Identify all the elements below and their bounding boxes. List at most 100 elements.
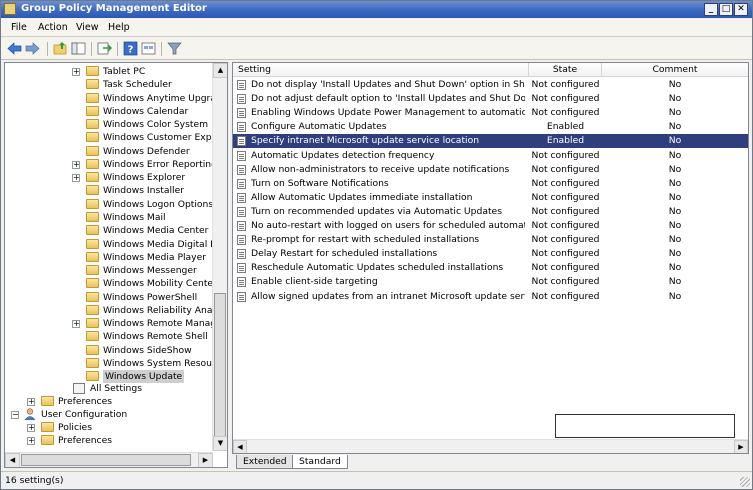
tree-item[interactable]: Task Scheduler — [75, 78, 215, 91]
table-row[interactable]: Do not display 'Install Updates and Shut… — [233, 78, 748, 92]
table-row[interactable]: Enabling Windows Update Power Management… — [233, 106, 748, 120]
tree-item[interactable]: Windows Media Player — [75, 251, 215, 264]
folder-icon — [86, 185, 99, 196]
tree-item[interactable]: Windows Color System — [75, 118, 215, 131]
tree-item[interactable]: Windows Installer — [75, 184, 215, 197]
tab-standard[interactable]: Standard — [292, 455, 348, 469]
table-row[interactable]: Allow signed updates from an intranet Mi… — [233, 290, 748, 304]
tree-item[interactable]: Windows Messenger — [75, 264, 215, 277]
menu-file[interactable]: File — [11, 22, 27, 33]
table-row[interactable]: Turn on Software Notifications Not config… — [233, 177, 748, 191]
tree-item[interactable]: Windows Mobility Center — [75, 277, 217, 290]
table-row[interactable]: Turn on recommended updates via Automati… — [233, 205, 748, 219]
scroll-right-icon[interactable]: ▶ — [198, 453, 213, 467]
table-row[interactable]: Automatic Updates detection frequency Not… — [233, 149, 748, 163]
tree-item[interactable]: Windows Mail — [75, 211, 215, 224]
setting-cell: Allow non-administrators to receive upda… — [251, 163, 510, 175]
scroll-thumb[interactable] — [21, 454, 191, 466]
help-icon[interactable]: ? — [123, 41, 138, 56]
tree-vertical-scrollbar[interactable]: ▲ ▼ — [212, 63, 227, 451]
table-row[interactable]: Delay Restart for scheduled installation… — [233, 247, 748, 261]
comment-cell: No — [668, 262, 682, 274]
toolbar: ? — [1, 38, 752, 60]
menu-help[interactable]: Help — [108, 22, 130, 33]
folder-icon — [86, 318, 99, 329]
close-button[interactable]: ✕ — [734, 3, 748, 16]
tree-item[interactable]: Windows Media Center — [75, 224, 215, 237]
table-row[interactable]: Specify intranet Microsoft update servic… — [233, 134, 748, 149]
tree-item[interactable]: Windows Calendar — [75, 105, 215, 118]
expand-icon[interactable]: + — [27, 437, 35, 445]
column-header-setting[interactable]: Setting — [233, 63, 529, 77]
tree-item-policies[interactable]: + Policies — [27, 421, 217, 434]
tree-item-preferences[interactable]: + Preferences — [27, 434, 217, 447]
scroll-left-icon[interactable]: ◀ — [233, 440, 247, 453]
up-folder-icon[interactable] — [53, 41, 68, 56]
scroll-up-icon[interactable]: ▲ — [213, 63, 227, 78]
show-tree-icon[interactable] — [71, 41, 86, 56]
scroll-down-icon[interactable]: ▼ — [213, 436, 227, 451]
tree-pane[interactable]: + Tablet PC Task Scheduler Windows Anytime … — [4, 62, 228, 468]
folder-icon — [86, 66, 99, 76]
tree-item-label: Windows Reliability Analysis — [103, 304, 228, 316]
expand-icon[interactable]: + — [72, 68, 80, 76]
menu-view[interactable]: View — [76, 22, 99, 33]
tree-horizontal-scrollbar[interactable]: ◀ ▶ — [5, 452, 213, 467]
maximize-button[interactable]: □ — [719, 3, 733, 16]
tree-item[interactable]: + Windows Remote Manageme — [72, 317, 227, 330]
tree-item-user-configuration[interactable]: − User Configuration — [11, 408, 211, 421]
table-row[interactable]: No auto-restart with logged on users for… — [233, 219, 748, 233]
tree-item-preferences[interactable]: + Preferences — [27, 395, 217, 408]
settings-list[interactable]: Setting State Comment Do not display 'In… — [232, 62, 749, 454]
tree-item[interactable]: Windows Media Digital Right — [75, 238, 227, 251]
tree-item[interactable]: + Windows Error Reporting — [72, 158, 217, 171]
filter-icon[interactable] — [167, 41, 182, 56]
table-row[interactable]: Do not adjust default option to 'Install… — [233, 92, 748, 106]
expand-icon[interactable]: + — [27, 424, 35, 432]
tree-item-label: Windows PowerShell — [103, 291, 198, 303]
tree-item[interactable]: Windows Logon Options — [75, 198, 215, 211]
table-row[interactable]: Configure Automatic Updates Enabled No — [233, 120, 748, 134]
collapse-icon[interactable]: − — [11, 411, 19, 419]
expand-icon[interactable]: + — [72, 174, 80, 183]
table-row[interactable]: Re-prompt for restart with scheduled ins… — [233, 233, 748, 247]
scroll-left-icon[interactable]: ◀ — [5, 453, 20, 467]
tree-item[interactable]: + Windows Explorer — [72, 171, 215, 184]
tree-item[interactable]: Windows System Resource I — [75, 357, 227, 370]
tree-item-label: Windows Customer Experier — [103, 132, 228, 144]
expand-icon[interactable]: + — [27, 398, 35, 406]
export-icon[interactable] — [97, 41, 112, 56]
table-row[interactable]: Reschedule Automatic Updates scheduled i… — [233, 261, 748, 275]
tab-extended[interactable]: Extended — [236, 455, 294, 469]
list-horizontal-scrollbar[interactable]: ◀ ▶ — [233, 439, 748, 453]
expand-icon[interactable]: + — [72, 320, 80, 329]
title-bar[interactable]: Group Policy Management Editor _ □ ✕ — [1, 1, 752, 18]
resize-grip-icon[interactable] — [740, 477, 750, 487]
forward-icon[interactable] — [25, 41, 40, 56]
menu-action[interactable]: Action — [38, 22, 68, 33]
tree-item[interactable]: Windows PowerShell — [75, 291, 215, 304]
folder-icon — [86, 211, 99, 222]
view-icon[interactable] — [141, 41, 156, 56]
table-row[interactable]: Allow Automatic Updates immediate instal… — [233, 191, 748, 205]
scroll-thumb[interactable] — [214, 293, 226, 443]
tree-item[interactable]: Windows Anytime Upgrade — [75, 92, 227, 105]
column-header-comment[interactable]: Comment — [602, 63, 748, 77]
expand-icon[interactable]: + — [72, 160, 80, 169]
scroll-right-icon[interactable]: ▶ — [734, 440, 748, 453]
comment-cell: No — [668, 191, 682, 203]
tree-item[interactable]: Windows Defender — [75, 145, 215, 158]
minimize-button[interactable]: _ — [704, 3, 718, 16]
tree-item-all-settings[interactable]: All Settings — [73, 382, 213, 395]
tree-item[interactable]: + Tablet PC — [72, 65, 215, 78]
table-row[interactable]: Allow non-administrators to receive upda… — [233, 163, 748, 177]
column-header-state[interactable]: State — [529, 63, 602, 77]
state-cell: Not configured — [531, 234, 600, 246]
tree-item[interactable]: Windows Reliability Analysis — [75, 304, 227, 317]
back-icon[interactable] — [7, 41, 22, 56]
tree-item[interactable]: Windows Customer Experier — [75, 131, 227, 144]
tree-item[interactable]: Windows SideShow — [75, 344, 215, 357]
tree-item[interactable]: Windows Remote Shell — [75, 330, 215, 343]
setting-cell: Configure Automatic Updates — [251, 121, 387, 133]
table-row[interactable]: Enable client-side targeting Not configur… — [233, 275, 748, 289]
